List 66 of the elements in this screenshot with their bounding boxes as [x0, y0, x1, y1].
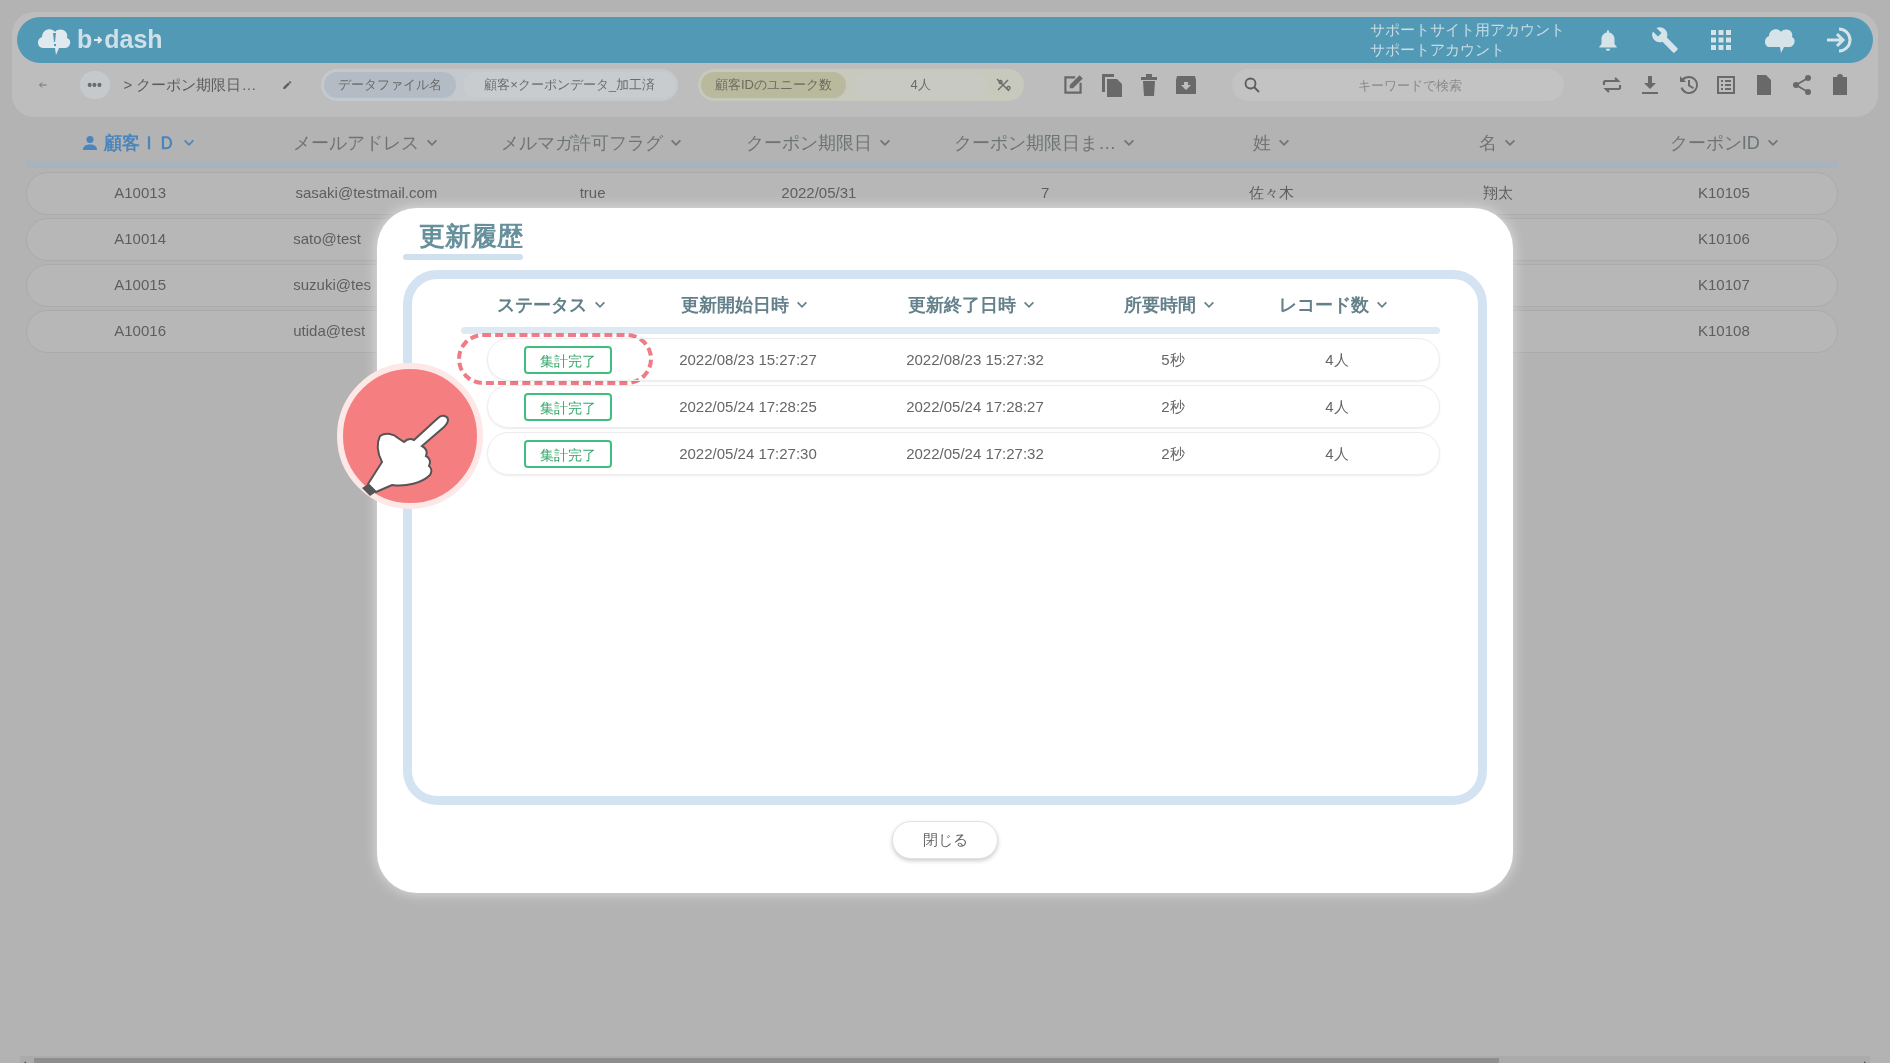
- record-count: 4人: [1325, 444, 1349, 462]
- status-badge: 集計完了: [524, 345, 612, 374]
- hide-percent-icon[interactable]: [995, 77, 1011, 93]
- close-button[interactable]: 閉じる: [892, 821, 998, 859]
- status-badge: 集計完了: [524, 392, 612, 421]
- email-address: suzuki@tes: [293, 276, 371, 294]
- archive-icon[interactable]: [1174, 73, 1198, 97]
- trash-icon[interactable]: [1138, 73, 1160, 97]
- customer-id: A10015: [114, 276, 166, 294]
- customer-id: A10016: [114, 322, 166, 340]
- status-badge: 集計完了: [524, 439, 612, 468]
- column-header[interactable]: 名: [1385, 129, 1612, 157]
- column-header[interactable]: 所要時間: [1099, 291, 1241, 319]
- account-name: サポートサイト用アカウント: [1370, 20, 1565, 40]
- wrench-icon[interactable]: [1651, 26, 1679, 54]
- column-header[interactable]: クーポン期限日: [705, 129, 932, 157]
- end-time: 2022/05/24 17:28:27: [906, 397, 1044, 415]
- expiry-date: 2022/05/31: [781, 184, 857, 202]
- copy-icon[interactable]: [1100, 72, 1124, 98]
- column-header[interactable]: レコード数: [1241, 291, 1427, 319]
- first-name: 翔太: [1482, 184, 1513, 202]
- end-time: 2022/05/24 17:27:32: [906, 444, 1044, 462]
- file-label: データファイル名: [324, 72, 457, 98]
- start-time: 2022/08/23 15:27:27: [679, 350, 817, 368]
- apps-grid-icon[interactable]: [1709, 28, 1733, 52]
- account-name: サポートアカウント: [1370, 40, 1506, 60]
- more-button[interactable]: •••: [79, 71, 110, 99]
- column-header[interactable]: ステータス: [459, 291, 645, 319]
- coupon-id: K10106: [1698, 230, 1750, 248]
- coupon-id: K10108: [1698, 322, 1750, 340]
- column-header[interactable]: 更新終了日時: [845, 291, 1099, 319]
- column-header[interactable]: 更新開始日時: [645, 291, 845, 319]
- share-icon[interactable]: [1790, 73, 1814, 97]
- column-header[interactable]: 姓: [1158, 129, 1385, 157]
- last-name: 佐々木: [1248, 184, 1294, 202]
- start-time: 2022/05/24 17:28:25: [679, 397, 817, 415]
- email-address: sasaki@testmail.com: [295, 184, 438, 202]
- column-header[interactable]: メールアドレス: [252, 129, 479, 157]
- opt-in-value: true: [579, 184, 606, 202]
- person-icon: [82, 135, 99, 151]
- email-address: utida@test: [293, 322, 366, 340]
- logo-text: b: [77, 24, 93, 56]
- start-time: 2022/05/24 17:27:30: [679, 444, 817, 462]
- list-icon[interactable]: [1714, 73, 1738, 97]
- logo-text: dash: [104, 24, 163, 56]
- coupon-id: K10107: [1698, 276, 1750, 294]
- email-address: sato@test: [293, 230, 361, 248]
- metric-value: 4人: [854, 72, 987, 98]
- customer-id: A10013: [114, 184, 166, 202]
- days-left: 7: [1040, 184, 1050, 202]
- column-header[interactable]: メルマガ許可フラグ: [479, 129, 706, 157]
- metric-label: 顧客IDのユニーク数: [701, 72, 846, 98]
- duration: 2秒: [1161, 444, 1185, 462]
- coupon-id: K10105: [1698, 184, 1750, 202]
- dialog-title: 更新履歴: [418, 220, 523, 252]
- record-count: 4人: [1325, 350, 1349, 368]
- record-count: 4人: [1325, 397, 1349, 415]
- duration: 2秒: [1161, 397, 1185, 415]
- duration: 5秒: [1161, 350, 1185, 368]
- search-icon: [1244, 77, 1260, 93]
- column-header[interactable]: クーポンID: [1611, 129, 1838, 157]
- column-header[interactable]: クーポン期限日ま…: [932, 129, 1159, 157]
- file-name: 顧客×クーポンデータ_加工済: [464, 72, 675, 98]
- breadcrumb[interactable]: > クーポン期限日…: [123, 73, 257, 97]
- customer-id: A10014: [114, 230, 166, 248]
- end-time: 2022/08/23 15:27:32: [906, 350, 1044, 368]
